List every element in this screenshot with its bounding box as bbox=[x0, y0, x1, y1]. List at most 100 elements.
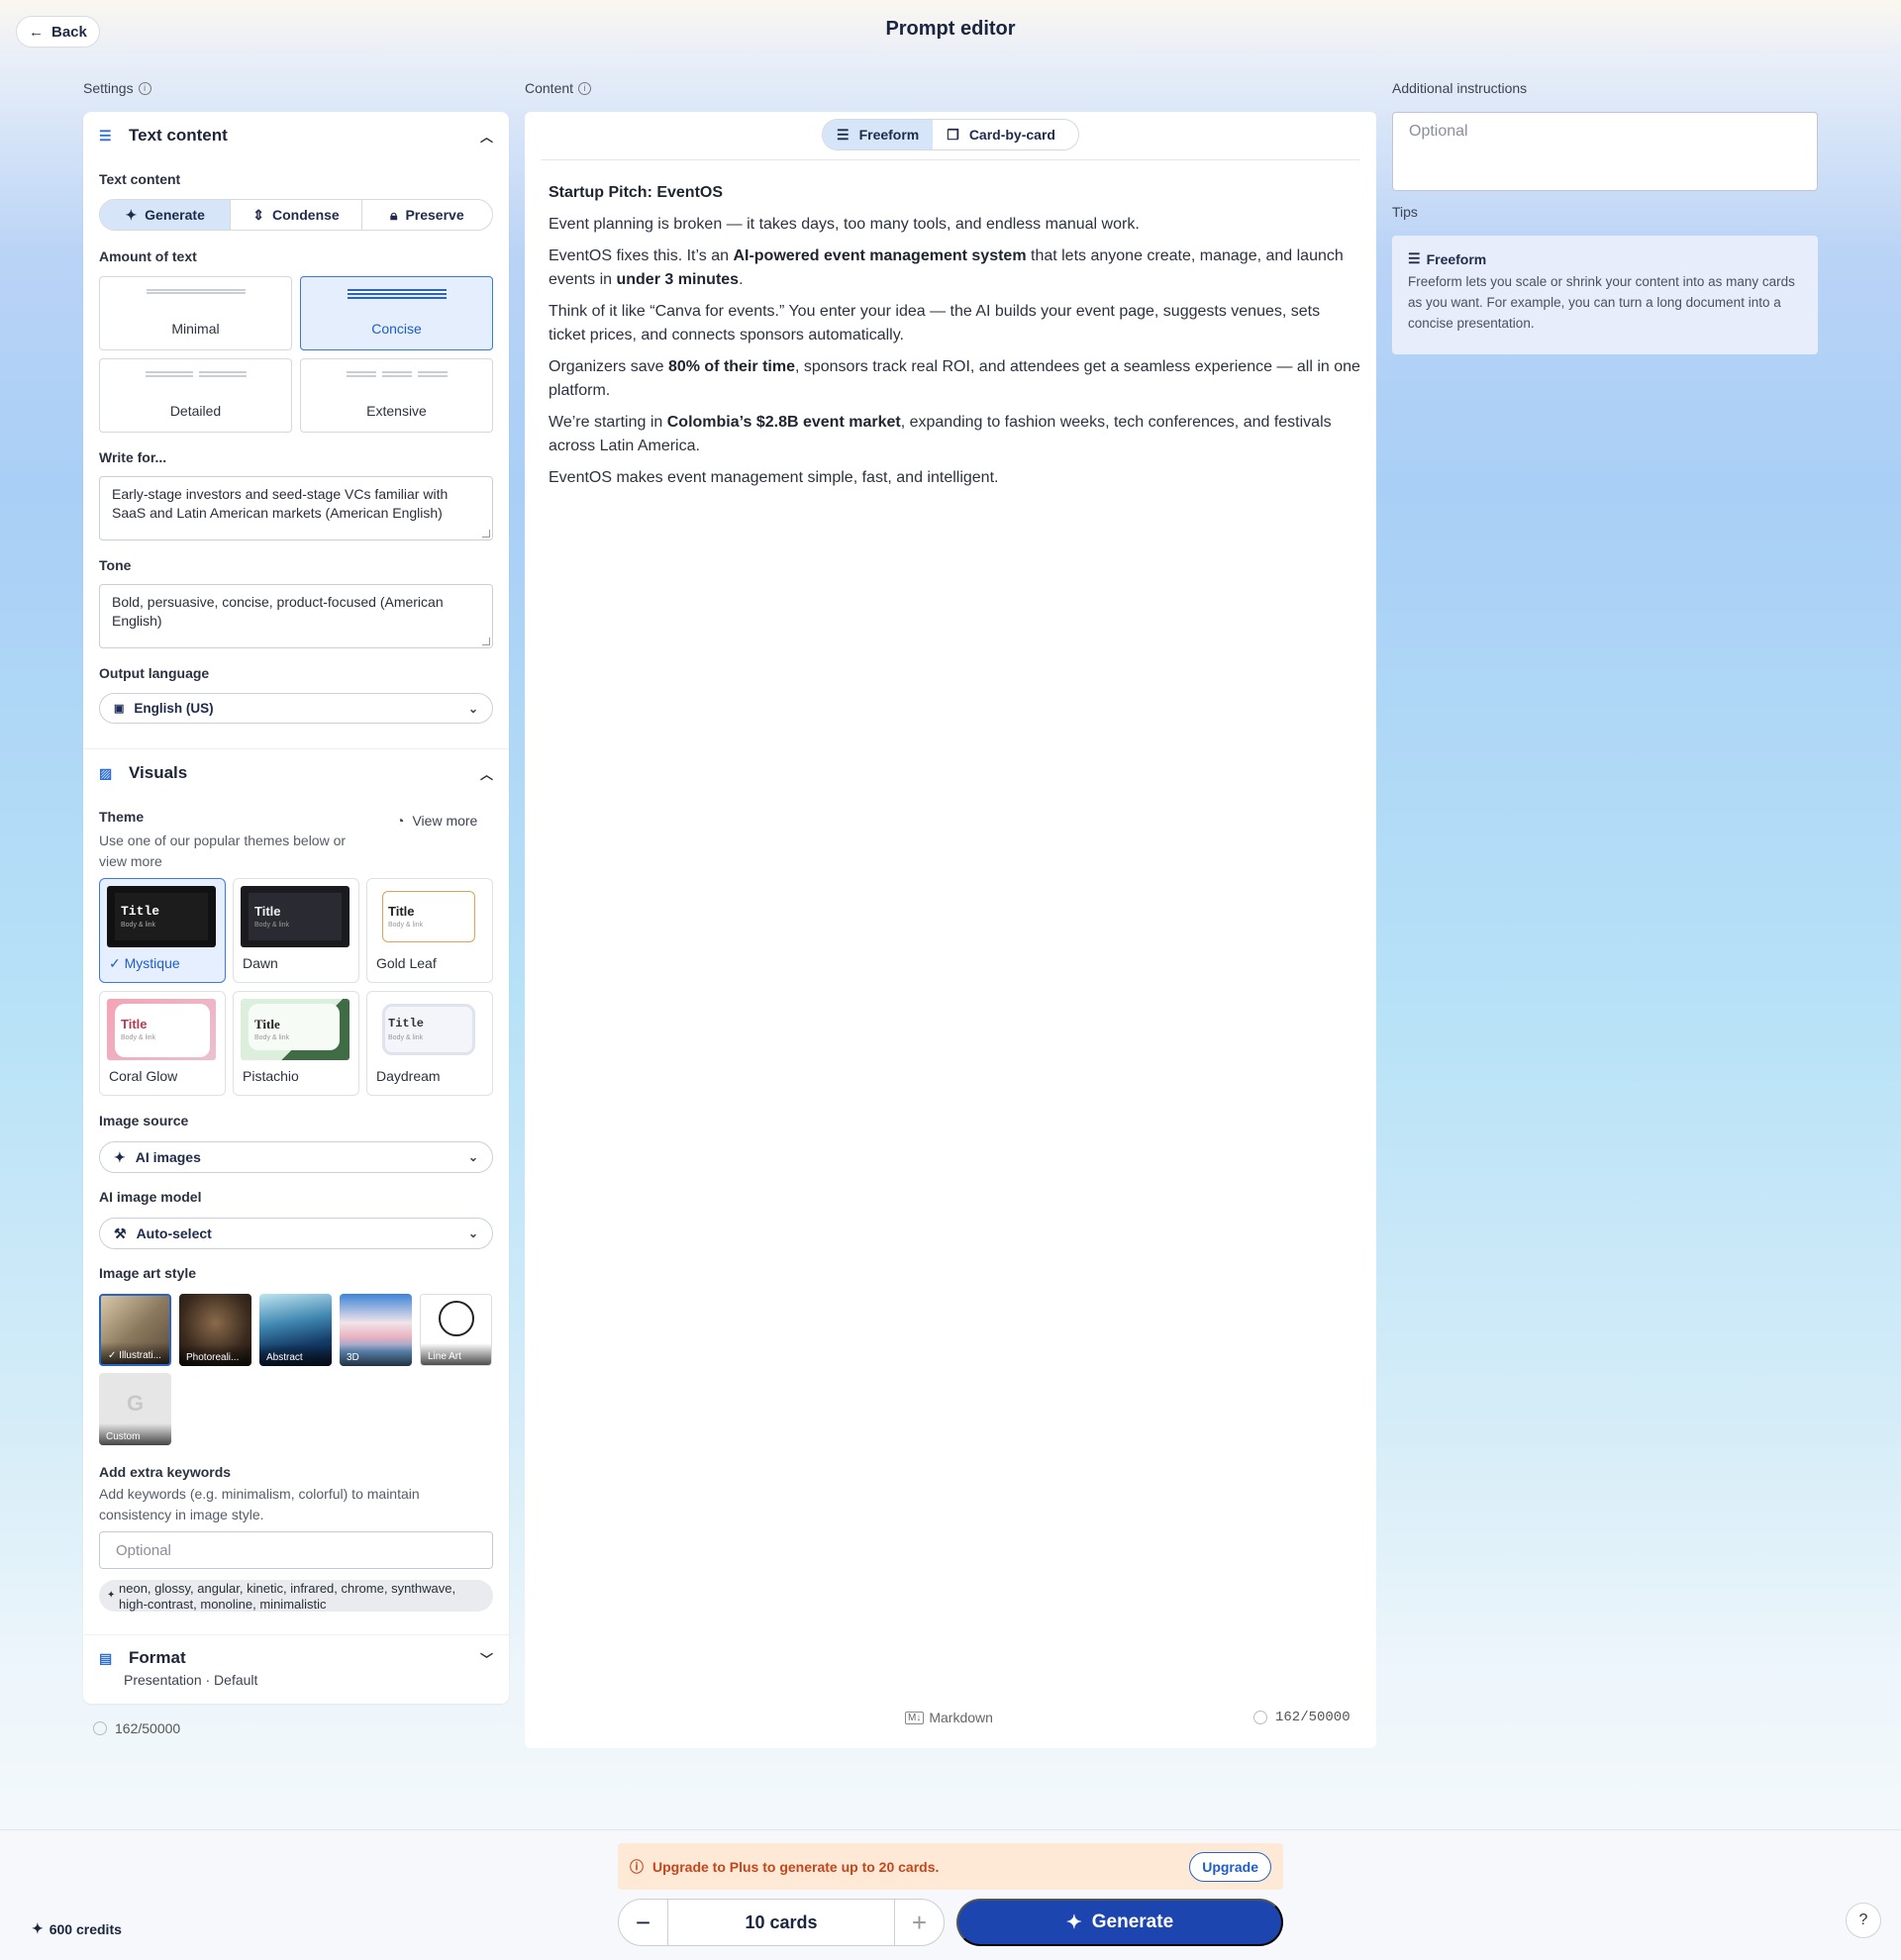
art-style-caption-text: Illustrati... bbox=[119, 1350, 161, 1361]
generate-button[interactable]: ✦ Generate bbox=[956, 1899, 1283, 1946]
thumb-title: Title bbox=[388, 1017, 425, 1030]
markdown-label: Markdown bbox=[929, 1710, 993, 1725]
tone-textarea[interactable]: Bold, persuasive, concise, product-focus… bbox=[99, 584, 493, 648]
amount-extensive-option[interactable]: Extensive bbox=[300, 358, 493, 433]
text-content-section-header[interactable]: ☰ Text content ︿ bbox=[99, 124, 493, 147]
theme-name-text: Mystique bbox=[124, 955, 180, 971]
mode-label: Preserve bbox=[405, 207, 464, 223]
tip-title: ☰ Freeform bbox=[1408, 250, 1802, 267]
upsell-text: Upgrade to Plus to generate up to 20 car… bbox=[652, 1858, 940, 1875]
keywords-input[interactable]: Optional bbox=[99, 1531, 493, 1569]
theme-mystique[interactable]: Title Body & link ✓ Mystique bbox=[99, 878, 226, 983]
content-document[interactable]: Startup Pitch: EventOS Event planning is… bbox=[549, 181, 1360, 498]
lines-graphic bbox=[100, 289, 291, 294]
chevron-up-icon[interactable]: ︿ bbox=[480, 764, 493, 783]
theme-name: ✓ Mystique bbox=[107, 955, 218, 972]
freeform-tab[interactable]: ☰ Freeform bbox=[823, 120, 934, 149]
progress-ring-icon bbox=[1253, 1711, 1267, 1724]
section-title: Visuals bbox=[129, 763, 188, 782]
lines-graphic bbox=[301, 371, 492, 377]
thumb-body: Body & link bbox=[121, 922, 156, 929]
additional-instructions-input[interactable]: Optional bbox=[1392, 112, 1818, 191]
paragraph: We’re starting in Colombia’s $2.8B event… bbox=[549, 411, 1360, 458]
palette-icon: ◔ bbox=[396, 813, 405, 829]
chevron-down-icon[interactable]: ﹀ bbox=[480, 1649, 493, 1668]
magic-wand-icon: ⚒ bbox=[114, 1225, 127, 1241]
text-mode-segmented: ✦ Generate ⇕ Condense 🔒︎ Preserve bbox=[99, 199, 493, 231]
increment-button[interactable]: + bbox=[894, 1900, 944, 1945]
art-style-illustration[interactable]: ✓ Illustrati... bbox=[99, 1294, 171, 1366]
amount-minimal-option[interactable]: Minimal bbox=[99, 276, 292, 350]
tips-label: Tips bbox=[1392, 204, 1418, 220]
credits-indicator[interactable]: ✦ 600 credits bbox=[32, 1920, 122, 1937]
mode-preserve-button[interactable]: 🔒︎ Preserve bbox=[362, 200, 492, 230]
art-style-abstract[interactable]: Abstract bbox=[259, 1294, 332, 1366]
content-char-counter: 162/50000 bbox=[1253, 1710, 1351, 1725]
image-source-select[interactable]: ✦ AI images ⌄ bbox=[99, 1141, 493, 1173]
ai-model-select[interactable]: ⚒ Auto-select ⌄ bbox=[99, 1218, 493, 1249]
upgrade-button[interactable]: Upgrade bbox=[1189, 1851, 1271, 1882]
keywords-help: Add keywords (e.g. minimalism, colorful)… bbox=[99, 1486, 420, 1522]
output-language-label: Output language bbox=[99, 665, 210, 681]
amount-label-text: Minimal bbox=[171, 321, 220, 337]
additional-instructions-label: Additional instructions bbox=[1392, 80, 1528, 96]
theme-daydream[interactable]: Title Body & link Daydream bbox=[366, 991, 493, 1096]
amount-label-text: Concise bbox=[371, 321, 422, 337]
sparkle-icon: ✦ bbox=[125, 206, 138, 223]
mode-condense-button[interactable]: ⇕ Condense bbox=[231, 200, 362, 230]
decrement-button[interactable]: − bbox=[619, 1900, 668, 1945]
theme-dawn[interactable]: Title Body & link Dawn bbox=[233, 878, 359, 983]
write-for-textarea[interactable]: Early-stage investors and seed-stage VCs… bbox=[99, 476, 493, 540]
theme-coral-glow[interactable]: Title Body & link Coral Glow bbox=[99, 991, 226, 1096]
info-icon[interactable]: i bbox=[578, 81, 592, 95]
card-by-card-tab[interactable]: ❐ Card-by-card bbox=[933, 120, 1069, 149]
page-title: Prompt editor bbox=[885, 18, 1016, 40]
doc-title: Startup Pitch: EventOS bbox=[549, 181, 1360, 205]
check-icon: ✓ bbox=[109, 955, 125, 971]
art-style-caption: ✓ Illustrati... bbox=[101, 1342, 169, 1364]
theme-pistachio[interactable]: Title Body & link Pistachio bbox=[233, 991, 359, 1096]
lines-graphic bbox=[100, 371, 291, 377]
doc-title-text: Startup Pitch: EventOS bbox=[549, 184, 724, 201]
markdown-indicator[interactable]: M↓ Markdown bbox=[905, 1710, 993, 1725]
mode-generate-button[interactable]: ✦ Generate bbox=[100, 200, 232, 230]
view-more-link[interactable]: ◔ View more bbox=[396, 813, 477, 829]
divider bbox=[83, 1634, 509, 1635]
art-style-3d[interactable]: 3D bbox=[340, 1294, 412, 1366]
keywords-suggestion-chip[interactable]: ✦ neon, glossy, angular, kinetic, infrar… bbox=[99, 1580, 493, 1612]
image-source-label: Image source bbox=[99, 1113, 189, 1128]
art-style-custom[interactable]: G Custom bbox=[99, 1373, 171, 1445]
art-style-photorealistic[interactable]: Photoreali... bbox=[179, 1294, 251, 1366]
bold-span: 80% of their time bbox=[667, 358, 795, 375]
theme-thumbnail: Title Body & link bbox=[374, 886, 483, 947]
alert-circle-icon: ⓘ bbox=[630, 1858, 644, 1875]
output-language-select[interactable]: ▣ English (US) ⌄ bbox=[99, 693, 493, 724]
format-section-header[interactable]: ▤ Format ﹀ bbox=[99, 1646, 493, 1670]
amount-concise-option[interactable]: Concise bbox=[300, 276, 493, 350]
condense-icon: ⇕ bbox=[252, 206, 265, 223]
tip-title-text: Freeform bbox=[1426, 250, 1487, 267]
write-for-label: Write for... bbox=[99, 449, 167, 465]
bold-span: AI-powered event management system bbox=[733, 247, 1027, 264]
content-label: Content i bbox=[525, 80, 592, 96]
card-count-value[interactable]: 10 cards bbox=[668, 1912, 894, 1933]
thumb-title: Title bbox=[254, 1017, 280, 1031]
amount-detailed-option[interactable]: Detailed bbox=[99, 358, 292, 433]
cards-icon: ❐ bbox=[947, 126, 959, 143]
theme-label: Theme bbox=[99, 809, 145, 825]
help-button[interactable]: ? bbox=[1846, 1903, 1881, 1938]
chevron-up-icon[interactable]: ︿ bbox=[480, 127, 493, 146]
amount-label-text: Extensive bbox=[366, 403, 427, 419]
theme-name: Dawn bbox=[243, 955, 278, 971]
lines-graphic bbox=[301, 289, 492, 299]
visuals-section-header[interactable]: ▨ Visuals ︿ bbox=[99, 761, 493, 785]
info-icon[interactable]: i bbox=[138, 81, 151, 95]
chevron-down-icon: ⌄ bbox=[467, 701, 478, 716]
theme-gold-leaf[interactable]: Title Body & link Gold Leaf bbox=[366, 878, 493, 983]
sparkle-icon: ✦ bbox=[32, 1920, 44, 1936]
select-value: AI images bbox=[135, 1149, 201, 1165]
art-style-line-art[interactable]: Line Art bbox=[420, 1294, 492, 1366]
theme-name: Gold Leaf bbox=[376, 955, 437, 971]
divider bbox=[83, 748, 509, 749]
thumb-title: Title bbox=[121, 1017, 148, 1031]
